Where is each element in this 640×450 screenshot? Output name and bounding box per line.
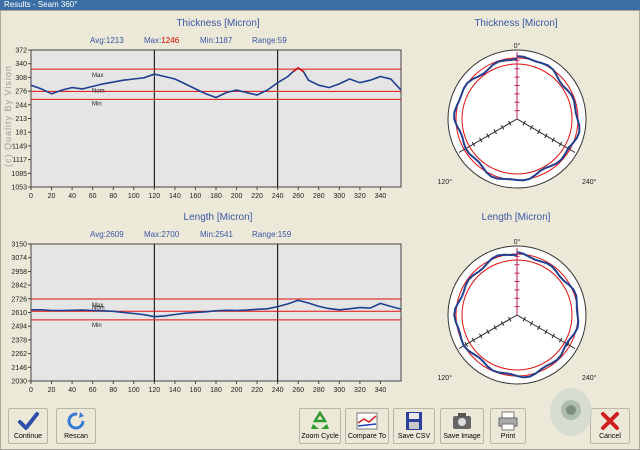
thickness-polar-label-240: 240°: [582, 178, 597, 186]
length-polar-label-120: 120°: [438, 374, 453, 382]
thickness-polar-label-0: 0°: [514, 42, 521, 50]
compare-to-button[interactable]: Compare To: [345, 408, 389, 444]
camera-icon: [453, 413, 471, 429]
floppy-disk-icon: [406, 412, 422, 430]
printer-icon: [498, 411, 518, 431]
eye-logo-icon: [550, 388, 592, 436]
save-image-button[interactable]: Save Image: [440, 408, 484, 444]
save-csv-button[interactable]: Save CSV: [393, 408, 435, 444]
thickness-polar-label-120: 120°: [438, 178, 453, 186]
bottom-toolbar: Continue Rescan Zoom Cycle Compare To Sa…: [0, 388, 640, 450]
cancel-button[interactable]: Cancel: [590, 408, 630, 444]
length-polar-label-0: 0°: [514, 238, 521, 246]
recycle-icon: [311, 410, 329, 429]
length-polar-label-240: 240°: [582, 374, 597, 382]
refresh-icon: [67, 412, 85, 430]
zoom-cycle-button[interactable]: Zoom Cycle: [299, 408, 341, 444]
continue-button[interactable]: Continue: [8, 408, 48, 444]
compare-chart-icon: [356, 412, 378, 430]
checkmark-icon: [18, 412, 39, 430]
print-button[interactable]: Print: [490, 408, 526, 444]
polar-plots: 0° 120° 240° 0° 120° 240°: [438, 42, 597, 385]
rescan-button[interactable]: Rescan: [56, 408, 96, 444]
cancel-x-icon: [601, 412, 619, 430]
